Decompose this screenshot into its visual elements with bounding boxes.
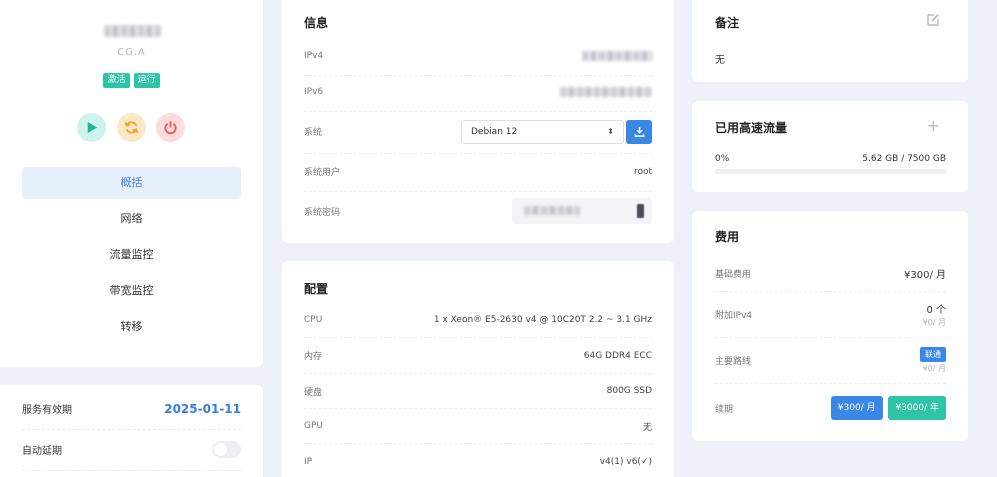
cost-title: 费用 [715, 230, 740, 244]
cost-card: 费用 基础费用 ¥300/ 月 附加IPv4 0 个 ¥0/ 月 主要路线 联通… [692, 211, 968, 441]
config-title: 配置 [304, 282, 329, 296]
start-button[interactable] [77, 113, 106, 142]
system-password-label: 系统密码 [304, 207, 341, 218]
ipv4-row: IPv4 [304, 36, 652, 76]
route-tag: 联通 [920, 347, 946, 362]
traffic-card: 已用高速流量 + 0% 5.62 GB / 7500 GB [692, 101, 968, 192]
memory-value: 64G DDR4 ECC [583, 350, 652, 361]
restart-button[interactable] [117, 113, 146, 142]
renew-month-button[interactable]: ¥300/ 月 [830, 396, 883, 420]
nav-network[interactable]: 网络 [22, 203, 241, 235]
password-value-redacted [524, 206, 580, 215]
refresh-icon [124, 121, 139, 134]
traffic-usage: 5.62 GB / 7500 GB [862, 154, 946, 164]
extra-ipv4-row: 附加IPv4 0 个 ¥0/ 月 [715, 292, 946, 338]
base-fee-row: 基础费用 ¥300/ 月 [715, 256, 946, 292]
service-expiry-date: 2025-01-11 [164, 401, 241, 416]
ipv4-label: IPv4 [304, 50, 324, 61]
traffic-percent: 0% [715, 154, 730, 164]
os-select-value: Debian 12 [471, 126, 518, 137]
gpu-row: GPU 无 [304, 409, 652, 444]
renew-label: 续期 [715, 404, 734, 415]
info-title: 信息 [304, 16, 329, 30]
hostname-redacted [104, 25, 161, 37]
service-expiry-label: 服务有效期 [22, 405, 72, 416]
disk-label: 硬盘 [304, 387, 323, 398]
power-icon [164, 121, 177, 135]
main-route-price: ¥0/ 月 [922, 364, 946, 373]
ipv4-value-redacted [582, 50, 652, 61]
extra-ipv4-value: 0 个 [926, 305, 946, 316]
autorenew-label: 自动延期 [22, 446, 62, 457]
renew-row: 续期 ¥300/ 月 ¥3000/ 年 [715, 384, 946, 432]
system-user-label: 系统用户 [304, 168, 341, 178]
cpu-value: 1 x Xeon® E5-2630 v4 @ 10C20T 2.2 ~ 3.1 … [433, 314, 652, 325]
base-fee-value: ¥300/ 月 [904, 270, 946, 281]
cpu-row: CPU 1 x Xeon® E5-2630 v4 @ 10C20T 2.2 ~ … [304, 302, 652, 338]
os-select[interactable]: Debian 12 ⬍ [461, 119, 624, 144]
memory-row: 内存 64G DDR4 ECC [304, 338, 652, 374]
os-row: 系统 Debian 12 ⬍ [304, 110, 652, 154]
ipv6-row: IPv6 [304, 72, 652, 112]
disk-row: 硬盘 800G SSD [304, 374, 652, 409]
reinstall-button[interactable] [626, 119, 652, 144]
system-password-field[interactable] [512, 198, 652, 224]
cpu-label: CPU [304, 314, 323, 325]
autorenew-toggle[interactable] [212, 441, 241, 458]
status-badge-running: 运行 [133, 73, 160, 88]
system-user-value: root [633, 166, 652, 177]
nav-traffic-monitor[interactable]: 流量监控 [22, 239, 241, 271]
os-label: 系统 [304, 128, 323, 138]
add-traffic-icon[interactable]: + [927, 118, 940, 134]
traffic-progress-bar [715, 169, 946, 174]
download-icon [634, 126, 644, 137]
extra-ipv4-price: ¥0/ 月 [922, 318, 946, 327]
traffic-row: 0% 5.62 GB / 7500 GB [715, 154, 946, 164]
autorenew-row: 自动延期 [22, 429, 241, 471]
ipv6-value-redacted [560, 86, 652, 97]
extra-ipv4-value-group: 0 个 ¥0/ 月 [923, 301, 946, 328]
select-arrows-icon: ⬍ [607, 127, 614, 136]
os-selector: Debian 12 ⬍ [461, 119, 652, 144]
disk-value: 800G SSD [606, 386, 652, 396]
status-badges: 激活 运行 [0, 73, 263, 88]
ip-label: IP [304, 457, 313, 467]
power-button[interactable] [156, 113, 185, 142]
server-card: CG.A 激活 运行 概括 网络 流量监控 带宽监控 转移 [0, 0, 263, 367]
main-route-row: 主要路线 联通 ¥0/ 月 [715, 338, 946, 384]
note-title: 备注 [715, 16, 740, 30]
system-password-row: 系统密码 [304, 190, 652, 232]
note-card: 备注 无 [692, 0, 968, 82]
main-route-value-group: 联通 ¥0/ 月 [920, 347, 946, 374]
main-route-label: 主要路线 [715, 357, 752, 367]
server-location: CG.A [117, 47, 146, 58]
ip-value: v4(1) v6(✓) [599, 457, 652, 467]
gpu-label: GPU [304, 421, 323, 431]
status-badge-active: 激活 [103, 73, 130, 88]
nav-bandwidth-monitor[interactable]: 带宽监控 [22, 275, 241, 307]
reveal-password-icon[interactable] [637, 204, 644, 218]
play-icon [87, 121, 98, 134]
base-fee-label: 基础费用 [715, 270, 752, 280]
service-card: 服务有效期 2025-01-11 自动延期 [0, 385, 263, 477]
renew-buttons: ¥300/ 月 ¥3000/ 年 [828, 396, 946, 420]
renew-year-button[interactable]: ¥3000/ 年 [888, 396, 946, 420]
server-nav: 概括 网络 流量监控 带宽监控 转移 [22, 167, 241, 347]
nav-overview[interactable]: 概括 [22, 167, 241, 199]
ip-row: IP v4(1) v6(✓) [304, 444, 652, 477]
memory-label: 内存 [304, 352, 323, 362]
traffic-title: 已用高速流量 [715, 121, 788, 135]
edit-icon[interactable] [926, 13, 940, 30]
note-text: 无 [715, 55, 725, 66]
gpu-value: 无 [642, 422, 652, 433]
info-card: 信息 IPv4 IPv6 系统 Debian 12 ⬍ 系统用户 root 系统… [282, 0, 674, 243]
system-user-row: 系统用户 root [304, 152, 652, 192]
nav-transfer[interactable]: 转移 [22, 311, 241, 343]
config-card: 配置 CPU 1 x Xeon® E5-2630 v4 @ 10C20T 2.2… [282, 261, 674, 477]
service-expiry-row: 服务有效期 2025-01-11 [22, 388, 241, 430]
ipv6-label: IPv6 [304, 86, 324, 97]
extra-ipv4-label: 附加IPv4 [715, 311, 753, 321]
